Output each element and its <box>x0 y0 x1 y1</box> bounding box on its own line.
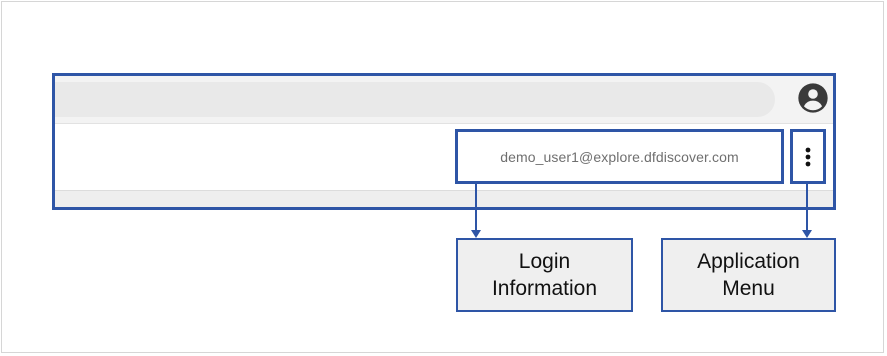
login-information[interactable]: demo_user1@explore.dfdiscover.com <box>455 129 784 184</box>
callout-login-line1: Login <box>518 250 571 273</box>
top-bar <box>55 76 833 123</box>
application-menu-callout: Application Menu <box>661 238 836 312</box>
address-bar[interactable] <box>55 82 775 117</box>
application-menu-button[interactable] <box>790 129 826 184</box>
menu-connector-line <box>806 184 808 230</box>
application-bar-shadow <box>55 190 833 207</box>
more-vertical-icon <box>805 147 811 166</box>
callout-login-line2: Information <box>491 277 598 300</box>
callout-menu-line1: Application <box>697 250 800 273</box>
callout-menu-line2: Menu <box>722 277 775 300</box>
login-connector-line <box>475 184 477 230</box>
login-information-callout: Login Information <box>456 238 633 312</box>
login-email: demo_user1@explore.dfdiscover.com <box>500 148 739 165</box>
account-circle-icon[interactable] <box>797 82 829 114</box>
login-arrowhead <box>471 230 481 238</box>
menu-arrowhead <box>802 230 812 238</box>
